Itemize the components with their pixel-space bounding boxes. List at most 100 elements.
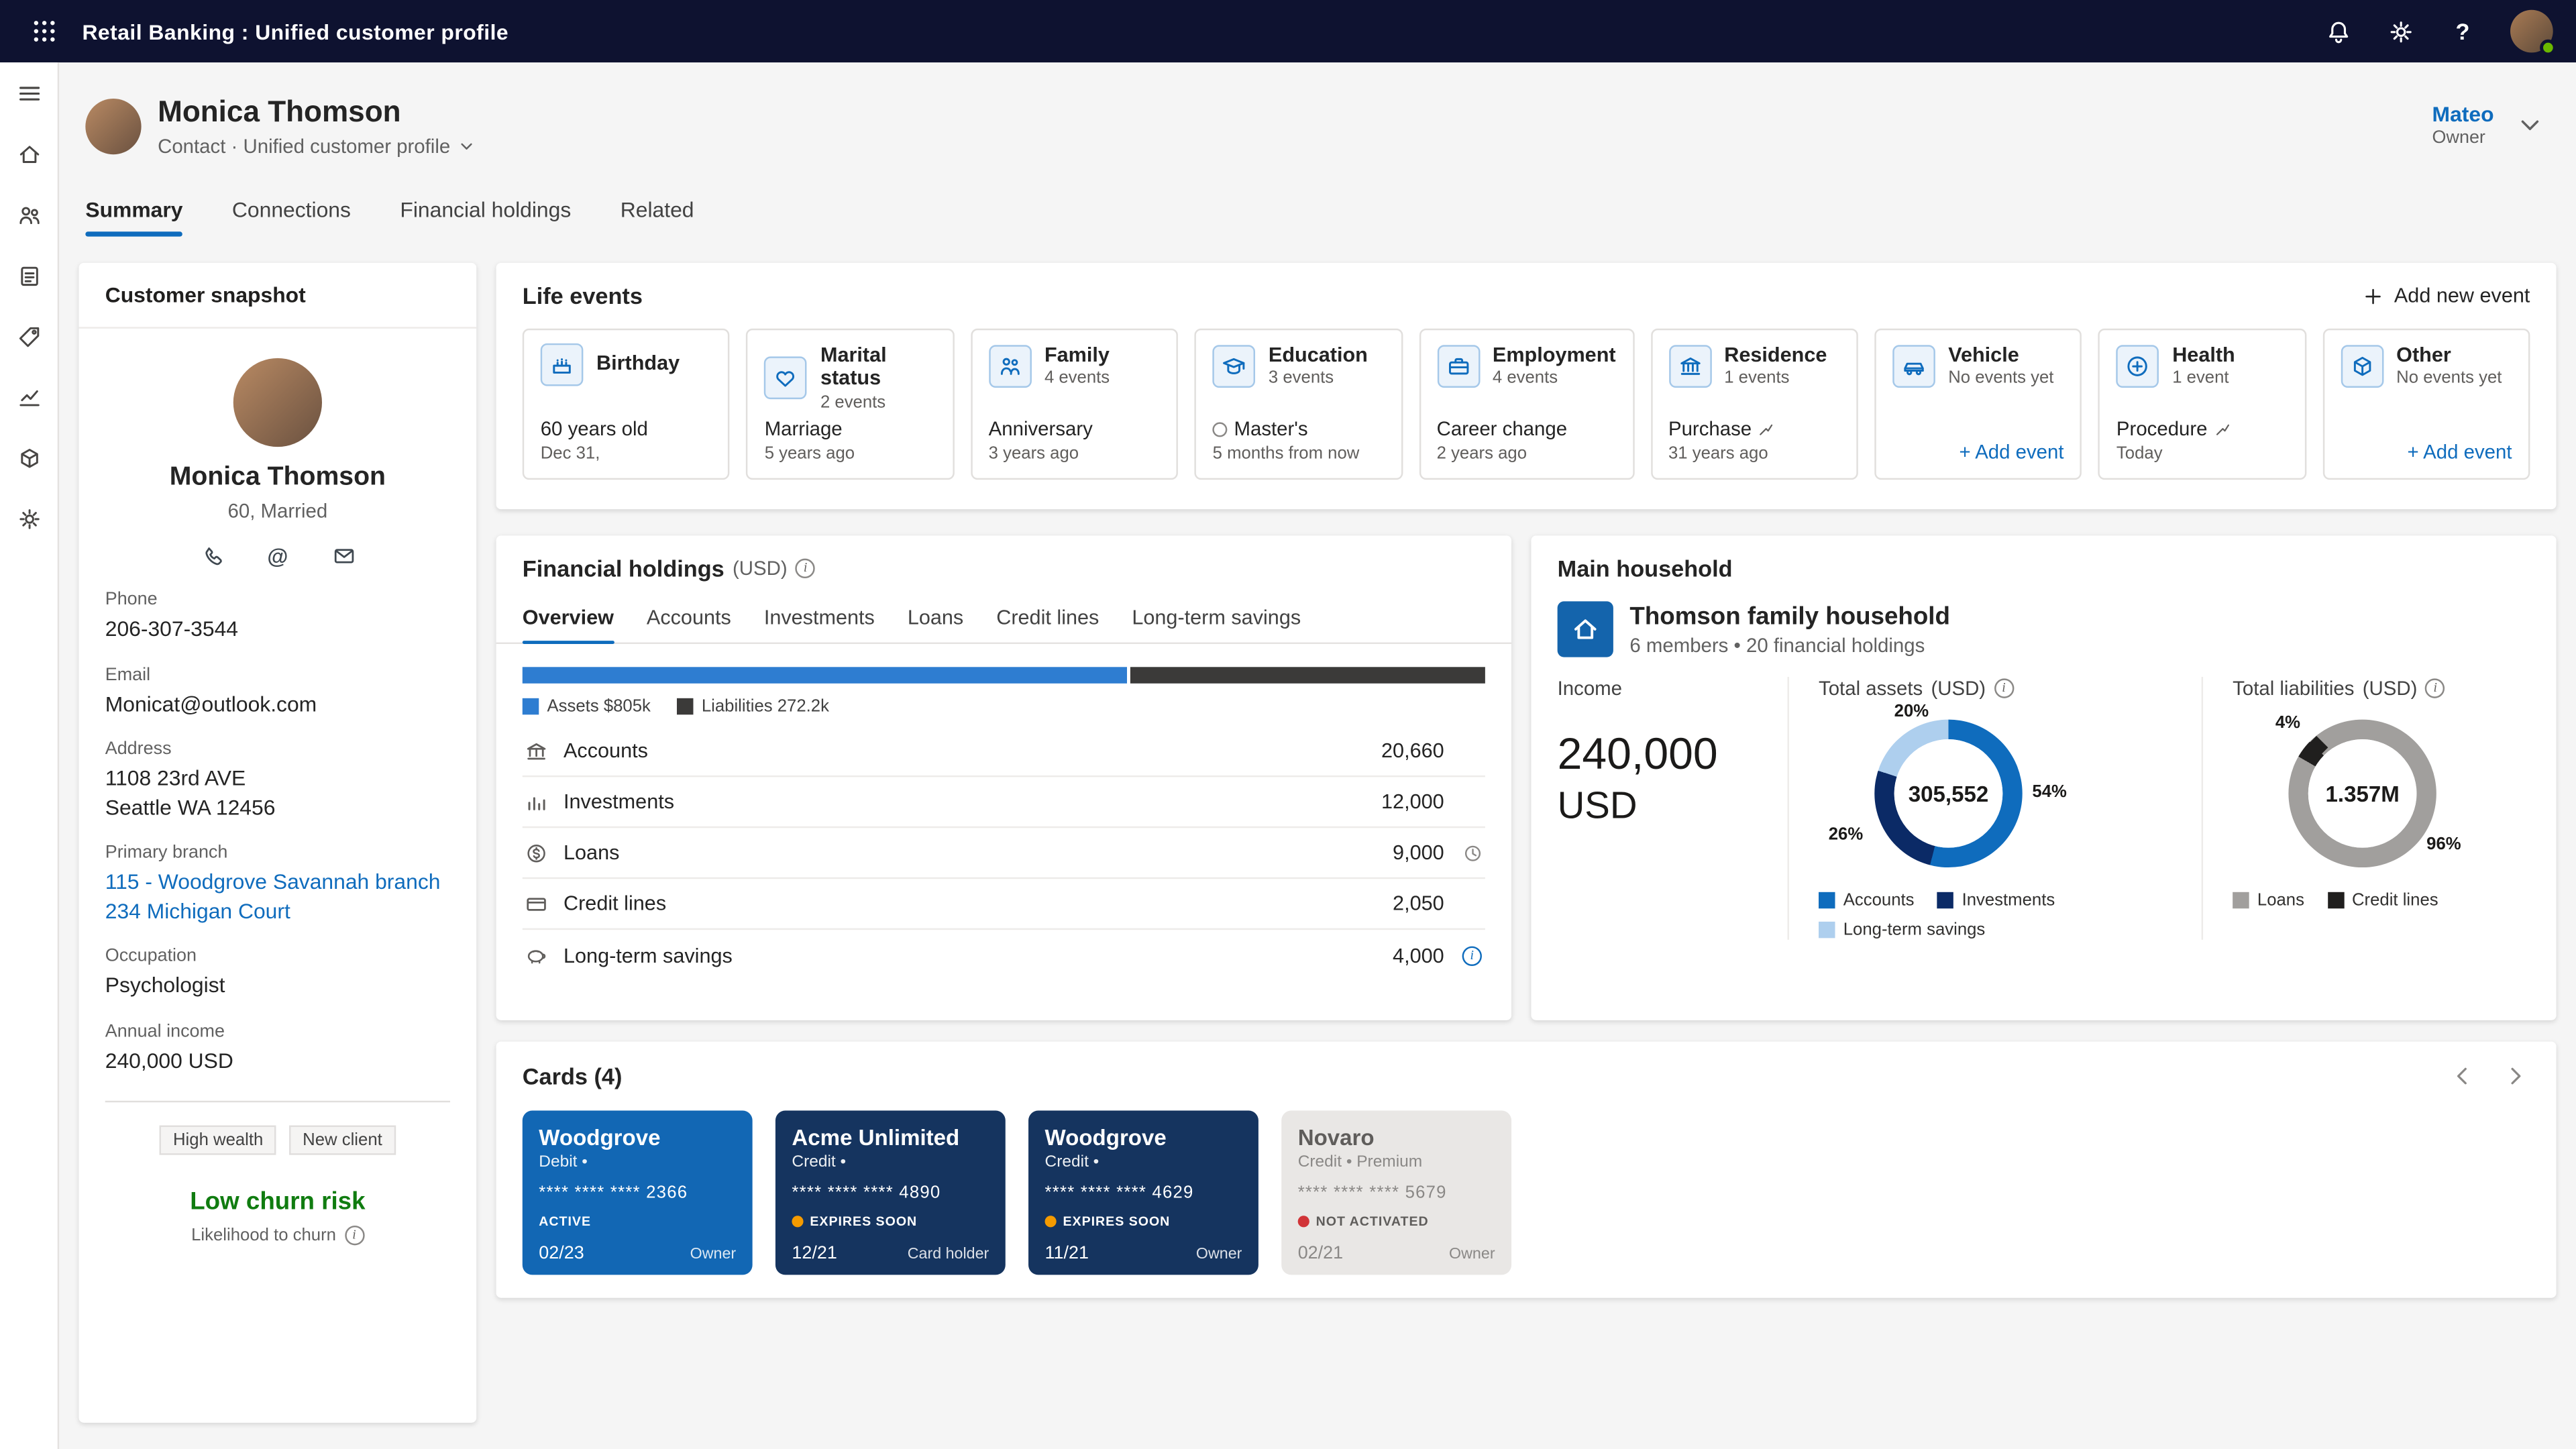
total-liabilities-label: Total liabilities [2233, 677, 2354, 700]
main-household-panel: Main household Thomson family household … [1531, 535, 2556, 1020]
event-when: 2 years ago [1437, 443, 1616, 463]
left-navigation-rail [0, 62, 59, 1449]
settings-gear-icon[interactable] [2385, 16, 2415, 46]
fh-tab-accounts[interactable]: Accounts [647, 595, 731, 643]
life-event-card-education[interactable]: Education3 events Master's 5 months from… [1195, 329, 1402, 480]
add-event-link[interactable]: + Add event [2407, 440, 2512, 463]
forms-list-icon[interactable] [14, 261, 44, 290]
cards-scroll-left-chevron-icon[interactable] [2448, 1061, 2477, 1091]
bank-card-acme-unlimited[interactable]: Acme Unlimited Credit • **** **** **** 4… [775, 1111, 1006, 1275]
tag-icon[interactable] [14, 322, 44, 352]
churn-info-icon[interactable]: i [344, 1226, 364, 1246]
assets-pct-long-term: 20% [1894, 702, 1929, 721]
total-liabilities-info-icon[interactable]: i [2426, 678, 2445, 698]
primary-branch-label: Primary branch [105, 843, 450, 863]
long-term-savings-info-icon[interactable]: i [1462, 945, 1482, 965]
holding-label: Loans [564, 841, 619, 864]
presence-indicator [2540, 40, 2556, 56]
bank-card-woodgrove-credit[interactable]: Woodgrove Credit • **** **** **** 4629 E… [1028, 1111, 1258, 1275]
header-expand-chevron-icon[interactable] [2517, 112, 2543, 138]
life-event-card-residence[interactable]: Residence1 events Purchase 31 years ago [1650, 329, 1858, 480]
total-assets-column: Total assets (USD) i 305,552 20% 54% 26%… [1787, 677, 2201, 940]
holding-row-investments[interactable]: Investments 12,000 [523, 777, 1485, 828]
holding-row-loans[interactable]: Loans 9,000 [523, 828, 1485, 879]
card-brand: Woodgrove [1045, 1126, 1242, 1150]
tab-summary[interactable]: Summary [85, 197, 182, 237]
add-event-link[interactable]: + Add event [1959, 440, 2063, 463]
event-when: 31 years ago [1668, 443, 1840, 463]
life-event-card-health[interactable]: Health1 event Procedure Today [2098, 329, 2306, 480]
tab-financial-holdings[interactable]: Financial holdings [400, 197, 571, 237]
phone-value: 206-307-3544 [105, 614, 450, 643]
household-home-icon[interactable] [1558, 601, 1613, 657]
record-type-selector[interactable]: Contact · Unified customer profile [158, 135, 475, 158]
email-at-icon[interactable]: @ [264, 542, 290, 568]
user-avatar[interactable] [2510, 10, 2553, 53]
owner-field[interactable]: Mateo Owner [2432, 102, 2494, 148]
trail-spacer [1459, 738, 1485, 764]
tag-high-wealth: High wealth [160, 1126, 276, 1155]
family-people-icon [989, 345, 1032, 388]
loans-history-clock-icon[interactable] [1459, 839, 1485, 865]
legend-long-term-savings: Long-term savings [1819, 920, 1985, 939]
app-launcher-waffle-icon[interactable] [23, 10, 66, 53]
card-role: Owner [1196, 1245, 1242, 1263]
event-title: Other [2396, 343, 2502, 367]
occupation-value: Psychologist [105, 971, 450, 1000]
event-title: Education [1269, 343, 1368, 367]
life-events-title: Life events [523, 282, 643, 309]
chevron-down-icon [458, 138, 474, 154]
home-icon[interactable] [14, 140, 44, 169]
life-event-card-family[interactable]: Family4 events Anniversary 3 years ago [971, 329, 1178, 480]
legend-accounts: Accounts [1819, 890, 1915, 910]
tab-connections[interactable]: Connections [232, 197, 351, 237]
total-assets-currency: (USD) [1931, 677, 1986, 700]
customer-avatar [233, 358, 322, 447]
call-phone-icon[interactable] [199, 542, 225, 568]
fh-tab-investments[interactable]: Investments [764, 595, 875, 643]
bank-card-novaro[interactable]: Novaro Credit • Premium **** **** **** 5… [1281, 1111, 1511, 1275]
life-event-card-marital-status[interactable]: Marital status2 events Marriage 5 years … [747, 329, 954, 480]
fh-tab-loans[interactable]: Loans [908, 595, 963, 643]
event-title: Employment [1493, 343, 1616, 367]
life-event-card-employment[interactable]: Employment4 events Career change 2 years… [1419, 329, 1634, 480]
products-box-icon[interactable] [14, 443, 44, 473]
owner-name[interactable]: Mateo [2432, 102, 2494, 127]
income-currency: USD [1558, 784, 1758, 828]
primary-branch-link[interactable]: 115 - Woodgrove Savannah branch [105, 868, 450, 897]
piggy-bank-icon [523, 942, 549, 968]
life-event-card-vehicle[interactable]: VehicleNo events yet + Add event [1874, 329, 2082, 480]
income-label: Income [1558, 677, 1622, 700]
occupation-label: Occupation [105, 947, 450, 966]
holding-row-long-term-savings[interactable]: Long-term savings 4,000 i [523, 930, 1485, 981]
add-new-event-button[interactable]: Add new event [2363, 284, 2530, 307]
total-assets-info-icon[interactable]: i [1994, 678, 2013, 698]
help-icon[interactable]: ? [2448, 16, 2477, 46]
financial-holdings-info-icon[interactable]: i [796, 559, 815, 578]
loans-money-icon [523, 839, 549, 865]
holding-row-credit-lines[interactable]: Credit lines 2,050 [523, 879, 1485, 930]
fh-tab-credit-lines[interactable]: Credit lines [996, 595, 1099, 643]
branch-address-link[interactable]: 234 Michigan Court [105, 896, 450, 925]
rail-settings-gear-icon[interactable] [14, 504, 44, 534]
bank-card-woodgrove-debit[interactable]: Woodgrove Debit • **** **** **** 2366 AC… [523, 1111, 753, 1275]
life-event-card-other[interactable]: OtherNo events yet + Add event [2322, 329, 2530, 480]
life-event-card-birthday[interactable]: Birthday 60 years old Dec 31, [523, 329, 730, 480]
fh-tab-overview[interactable]: Overview [523, 595, 614, 643]
tab-related[interactable]: Related [621, 197, 694, 237]
trail-spacer [1459, 789, 1485, 815]
connections-people-icon[interactable] [14, 201, 44, 230]
mail-envelope-icon[interactable] [330, 542, 356, 568]
cards-scroll-right-chevron-icon[interactable] [2500, 1061, 2530, 1091]
insights-chart-icon[interactable] [14, 383, 44, 413]
notifications-bell-icon[interactable] [2323, 16, 2353, 46]
card-number: **** **** **** 2366 [539, 1183, 736, 1202]
event-detail: 60 years old [541, 417, 712, 440]
event-detail: Purchase [1668, 417, 1752, 440]
fh-tab-long-term-savings[interactable]: Long-term savings [1132, 595, 1301, 643]
household-name[interactable]: Thomson family household [1629, 602, 1950, 631]
hamburger-menu-icon[interactable] [14, 79, 44, 109]
card-expiry: 02/23 [539, 1244, 584, 1263]
holding-row-accounts[interactable]: Accounts 20,660 [523, 726, 1485, 777]
card-status: ACTIVE [539, 1214, 591, 1229]
